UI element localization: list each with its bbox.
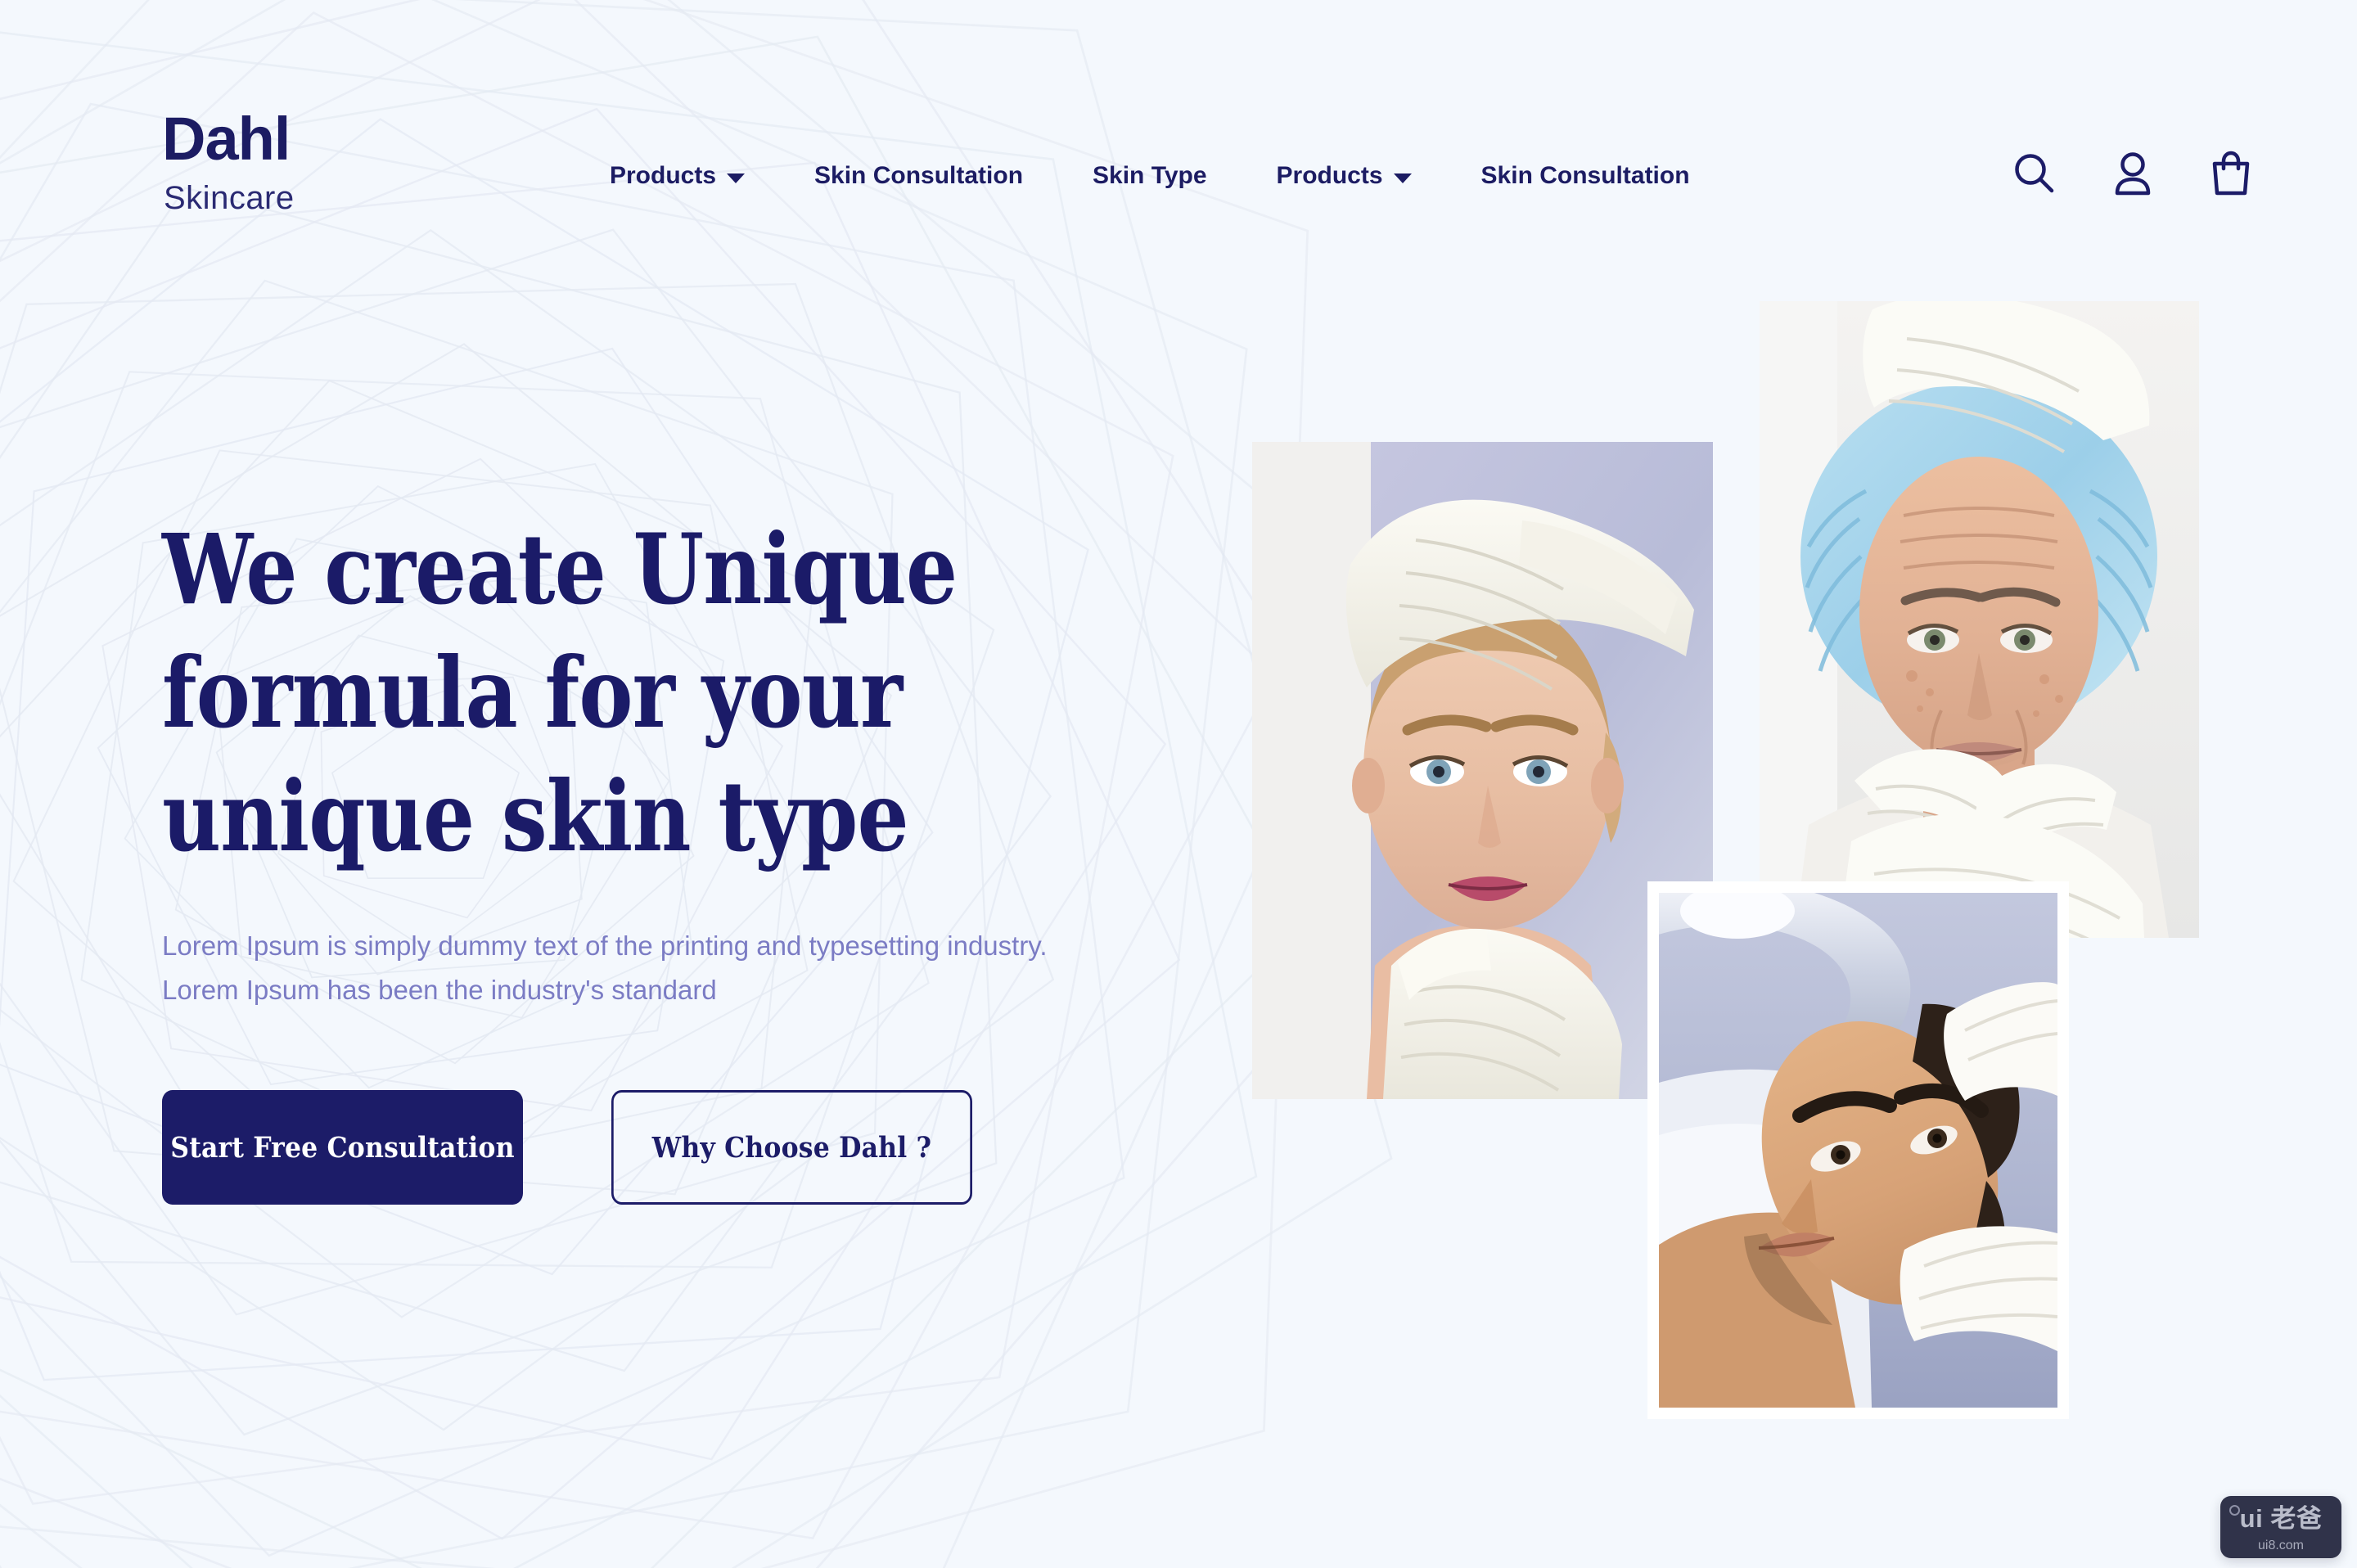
nav-item-products-2[interactable]: Products	[1277, 162, 1412, 190]
hero-gallery	[1228, 278, 2275, 1465]
brand-name: Dahl	[162, 105, 291, 173]
watermark-mark: ui 老爸	[2239, 1504, 2323, 1533]
photo-man-image	[1659, 893, 2057, 1408]
chevron-down-icon	[727, 173, 746, 183]
nav-item-skin-consultation-2[interactable]: Skin Consultation	[1481, 162, 1690, 190]
main-nav: Products Skin Consultation Skin Type Pro…	[610, 162, 1690, 190]
account-button[interactable]	[2109, 149, 2156, 200]
photo-woman-old-image	[1760, 301, 2199, 938]
shopping-bag-icon	[2212, 151, 2250, 196]
search-icon	[2015, 154, 2054, 193]
why-choose-dahl-button[interactable]: Why Choose Dahl ?	[611, 1090, 972, 1205]
hero-subtext: Lorem Ipsum is simply dummy text of the …	[162, 930, 1048, 1005]
photo-man	[1647, 881, 2069, 1419]
search-button[interactable]	[2011, 149, 2058, 200]
brand-tagline: Skincare	[164, 180, 295, 217]
brand-logo[interactable]: Dahl Skincare	[162, 105, 375, 220]
hero-section: We create Unique formula for your unique…	[162, 507, 1160, 1205]
site-header: Dahl Skincare Products Skin Consultation…	[0, 0, 2357, 246]
nav-item-label: Products	[610, 162, 717, 189]
nav-item-skin-type[interactable]: Skin Type	[1093, 162, 1206, 190]
nav-item-skin-consultation-1[interactable]: Skin Consultation	[814, 162, 1023, 190]
cart-button[interactable]	[2207, 149, 2255, 200]
start-free-consultation-button[interactable]: Start Free Consultation	[162, 1090, 523, 1205]
photo-woman-young	[1252, 442, 1713, 1099]
nav-item-label: Skin Consultation	[1480, 162, 1690, 189]
chevron-down-icon	[1393, 173, 1412, 183]
page-title: We create Unique formula for your unique…	[162, 512, 958, 874]
nav-item-products-1[interactable]: Products	[610, 162, 746, 190]
hero-cta-group: Start Free Consultation Why Choose Dahl …	[162, 1090, 1160, 1205]
photo-woman-young-image	[1252, 442, 1713, 1099]
photo-woman-old	[1760, 301, 2199, 938]
nav-item-label: Skin Consultation	[814, 162, 1024, 189]
nav-item-label: Products	[1276, 162, 1383, 189]
user-icon	[2115, 152, 2151, 196]
nav-item-label: Skin Type	[1093, 162, 1207, 189]
watermark-url: ui8.com	[2257, 1539, 2305, 1552]
watermark-badge: ui 老爸 ui8.com	[2220, 1496, 2341, 1558]
header-actions	[2011, 149, 2255, 200]
